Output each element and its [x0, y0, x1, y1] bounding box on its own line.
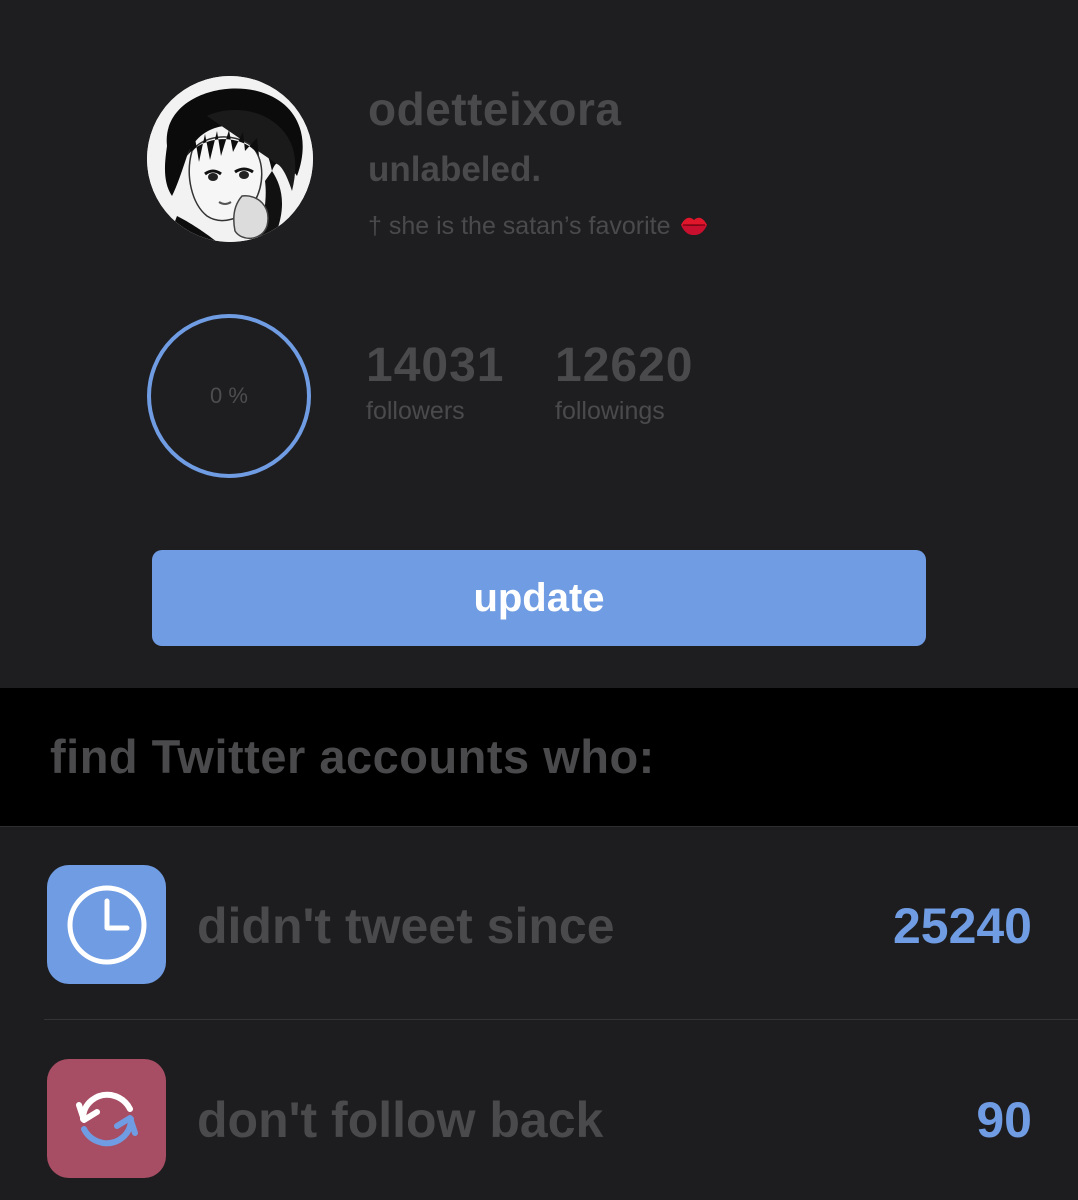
update-button[interactable]: update	[152, 550, 926, 646]
avatar-illustration	[147, 76, 313, 242]
section-header: find Twitter accounts who:	[0, 688, 1078, 826]
clock-icon	[47, 865, 166, 984]
profile-bio-text: † she is the satan’s favorite	[368, 212, 671, 240]
followers-label: followers	[366, 397, 465, 425]
refresh-arrows-icon	[47, 1059, 166, 1178]
divider	[44, 1019, 1078, 1020]
section-title: find Twitter accounts who:	[50, 730, 655, 783]
profile-header: odetteixora unlabeled. † she is the sata…	[0, 0, 1078, 688]
profile-bio: † she is the satan’s favorite	[368, 212, 709, 244]
profile-username: odetteixora	[368, 83, 622, 135]
followings-stat[interactable]: 12620 followings	[555, 338, 693, 426]
profile-display-name: unlabeled.	[368, 150, 542, 189]
progress-label: 0 %	[210, 383, 248, 408]
list-item-inactive-accounts[interactable]: didn't tweet since 25240	[0, 827, 1078, 1021]
list-item-non-followers[interactable]: don't follow back 90	[0, 1021, 1078, 1200]
avatar[interactable]	[147, 76, 313, 242]
followers-count: 14031	[366, 339, 505, 392]
list-item-count: 25240	[892, 898, 1032, 954]
list-item-count: 90	[976, 1092, 1032, 1148]
followings-count: 12620	[555, 339, 694, 392]
app-screen: odetteixora unlabeled. † she is the sata…	[0, 0, 1078, 1200]
progress-ring: 0 %	[146, 313, 312, 479]
list-item-label: didn't tweet since	[197, 898, 615, 954]
list-item-label: don't follow back	[197, 1092, 604, 1148]
kiss-mark-icon	[679, 213, 709, 244]
followings-label: followings	[555, 397, 665, 425]
followers-stat[interactable]: 14031 followers	[366, 338, 504, 426]
